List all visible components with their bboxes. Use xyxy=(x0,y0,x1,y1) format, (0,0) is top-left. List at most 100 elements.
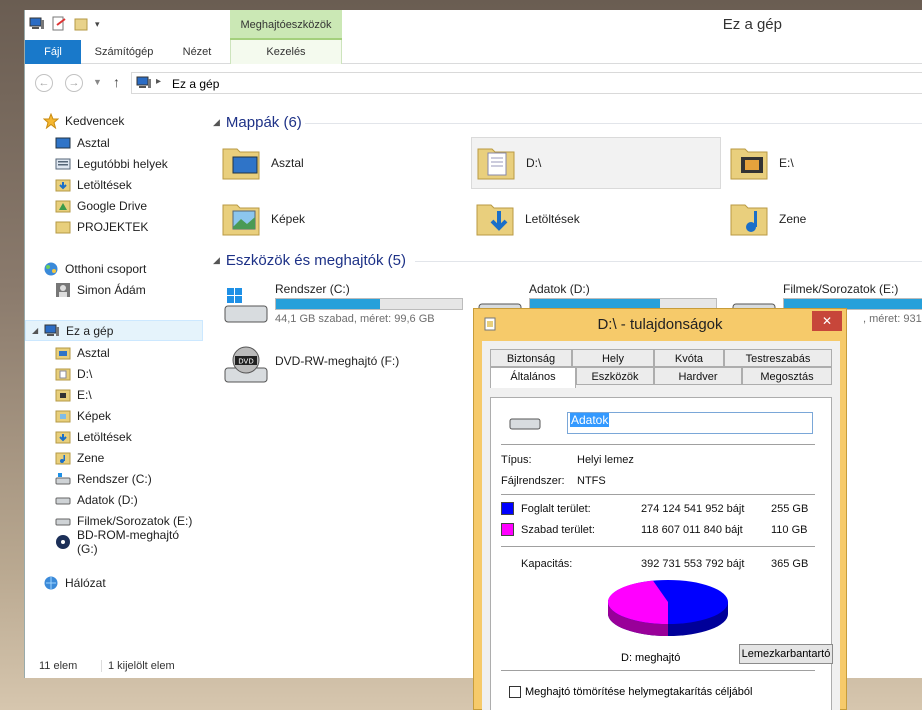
nav-pc-drive-d[interactable]: Adatok (D:) xyxy=(25,489,203,510)
nav-fav-downloads[interactable]: Letöltések xyxy=(25,174,203,195)
nav-fav-recent[interactable]: Legutóbbi helyek xyxy=(25,153,203,174)
tab-general[interactable]: Általános xyxy=(490,367,576,388)
nav-label: Adatok (D:) xyxy=(77,492,138,507)
drive-letter-label: D: meghajtó xyxy=(621,652,681,664)
dvd-drive-icon: DVD xyxy=(224,346,268,383)
bd-rom-icon xyxy=(56,534,70,549)
tab-location[interactable]: Hely xyxy=(572,349,654,367)
group-title: Mappák (6) xyxy=(225,114,302,131)
used-color-swatch xyxy=(501,502,514,515)
title-bar: ▾ Meghajtóeszközök Ez a gép xyxy=(25,10,922,40)
collapse-arrow-icon[interactable]: ◢ xyxy=(32,326,38,335)
computer-icon xyxy=(44,324,59,336)
address-input[interactable]: ▸ Ez a gép xyxy=(131,72,922,94)
nav-user[interactable]: Simon Ádám xyxy=(25,279,203,300)
nav-pc-d-folder[interactable]: D:\ xyxy=(25,363,203,384)
breadcrumb-separator-icon[interactable]: ▸ xyxy=(156,76,161,87)
up-arrow-icon[interactable]: ↑ xyxy=(113,74,120,90)
nav-fav-desktop[interactable]: Asztal xyxy=(25,132,203,153)
folder-label: E:\ xyxy=(779,156,794,170)
nav-pc-music[interactable]: Zene xyxy=(25,447,203,468)
group-title: Eszközök és meghajtók (5) xyxy=(225,252,406,269)
music-folder-icon xyxy=(55,452,71,464)
nav-network[interactable]: Hálózat xyxy=(25,572,203,593)
nav-homegroup[interactable]: Otthoni csoport xyxy=(25,258,203,279)
nav-label: Letöltések xyxy=(77,429,132,444)
nav-fav-google-drive[interactable]: Google Drive xyxy=(25,195,203,216)
folder-tile-downloads[interactable]: Letöltések xyxy=(471,193,721,245)
tab-file[interactable]: Fájl xyxy=(25,40,81,64)
nav-label: D:\ xyxy=(77,366,93,381)
drive-usage-fill xyxy=(276,299,381,309)
nav-this-pc[interactable]: ◢ Ez a gép xyxy=(25,320,203,341)
folder-label: Zene xyxy=(779,212,807,226)
dialog-title: D:\ - tulajdonságok xyxy=(597,316,723,333)
nav-favorites[interactable]: Kedvencek xyxy=(25,110,203,131)
window-title: Ez a gép xyxy=(722,16,782,33)
tab-computer[interactable]: Számítógép xyxy=(81,40,167,64)
nav-label: Hálózat xyxy=(65,575,106,590)
separator xyxy=(501,670,815,671)
nav-label: Letöltések xyxy=(77,177,132,192)
nav-pc-drive-g[interactable]: BD-ROM-meghajtó (G:) xyxy=(25,528,203,556)
type-label: Típus: xyxy=(501,454,532,466)
tab-view[interactable]: Nézet xyxy=(167,40,227,64)
status-selected-count: 1 kijelölt elem xyxy=(101,660,175,672)
tab-quota[interactable]: Kvóta xyxy=(654,349,724,367)
compress-checkbox[interactable] xyxy=(509,686,521,698)
capacity-bytes: 392 731 553 792 bájt xyxy=(641,558,745,570)
drive-free-space: 44,1 GB szabad, méret: 99,6 GB xyxy=(275,313,435,325)
dialog-title-bar: D:\ - tulajdonságok ✕ xyxy=(474,309,846,339)
tab-security[interactable]: Biztonság xyxy=(490,349,572,367)
forward-button[interactable]: → xyxy=(65,74,83,92)
downloads-folder-icon xyxy=(476,204,514,236)
drive-tile-c[interactable]: Rendszer (C:) 44,1 GB szabad, méret: 99,… xyxy=(221,282,471,334)
desktop-folder-icon xyxy=(222,148,260,180)
nav-label: Kedvencek xyxy=(65,113,125,128)
folders-group-header[interactable]: ◢ Mappák (6) xyxy=(213,114,302,131)
breadcrumb[interactable]: Ez a gép xyxy=(172,77,219,91)
folder-tile-music[interactable]: Zene xyxy=(725,193,922,245)
close-button[interactable]: ✕ xyxy=(812,311,842,331)
tab-sharing[interactable]: Megosztás xyxy=(742,367,832,385)
folder-label: Asztal xyxy=(271,156,304,170)
tab-customize[interactable]: Testreszabás xyxy=(724,349,832,367)
free-space-bytes: 118 607 011 840 bájt xyxy=(641,524,743,536)
drive-name-text: Adatok xyxy=(570,413,610,427)
folder-tile-desktop[interactable]: Asztal xyxy=(217,137,467,189)
network-icon xyxy=(44,576,58,589)
compress-label: Meghajtó tömörítése helymegtakarítás cél… xyxy=(525,686,753,698)
nav-pc-e-folder[interactable]: E:\ xyxy=(25,384,203,405)
recent-locations-icon[interactable]: ▼ xyxy=(93,77,102,87)
group-divider xyxy=(415,261,922,262)
free-color-swatch xyxy=(501,523,514,536)
tab-manage[interactable]: Kezelés xyxy=(230,40,342,64)
collapse-arrow-icon[interactable]: ◢ xyxy=(213,117,220,128)
devices-group-header[interactable]: ◢ Eszközök és meghajtók (5) xyxy=(213,252,406,269)
folder-tile-d[interactable]: D:\ xyxy=(471,137,721,189)
nav-pc-downloads[interactable]: Letöltések xyxy=(25,426,203,447)
folder-tile-pictures[interactable]: Képek xyxy=(217,193,467,245)
back-button[interactable]: ← xyxy=(35,74,53,92)
documents-folder-icon xyxy=(55,368,71,380)
nav-fav-projects[interactable]: PROJEKTEK xyxy=(25,216,203,237)
free-space-gb: 110 GB xyxy=(771,524,808,536)
filesystem-value: NTFS xyxy=(577,475,606,487)
nav-pc-drive-c[interactable]: Rendszer (C:) xyxy=(25,468,203,489)
google-drive-folder-icon xyxy=(55,200,71,212)
music-folder-icon xyxy=(730,204,768,236)
group-divider xyxy=(305,123,922,124)
nav-pc-pictures[interactable]: Képek xyxy=(25,405,203,426)
ribbon-tabs: Fájl Számítógép Nézet Kezelés xyxy=(25,40,922,64)
nav-label: Simon Ádám xyxy=(77,282,146,297)
disk-cleanup-button[interactable]: Lemezkarbantartó xyxy=(739,644,833,664)
type-value: Helyi lemez xyxy=(577,454,634,466)
tab-hardware[interactable]: Hardver xyxy=(654,367,742,385)
folder-tile-e[interactable]: E:\ xyxy=(725,137,922,189)
nav-pc-desktop[interactable]: Asztal xyxy=(25,342,203,363)
drive-name-input[interactable]: Adatok xyxy=(567,412,813,434)
nav-label: E:\ xyxy=(77,387,92,402)
tab-tools[interactable]: Eszközök xyxy=(576,367,654,385)
drive-tile-f[interactable]: DVD DVD-RW-meghajtó (F:) xyxy=(221,342,471,394)
collapse-arrow-icon[interactable]: ◢ xyxy=(213,255,220,266)
